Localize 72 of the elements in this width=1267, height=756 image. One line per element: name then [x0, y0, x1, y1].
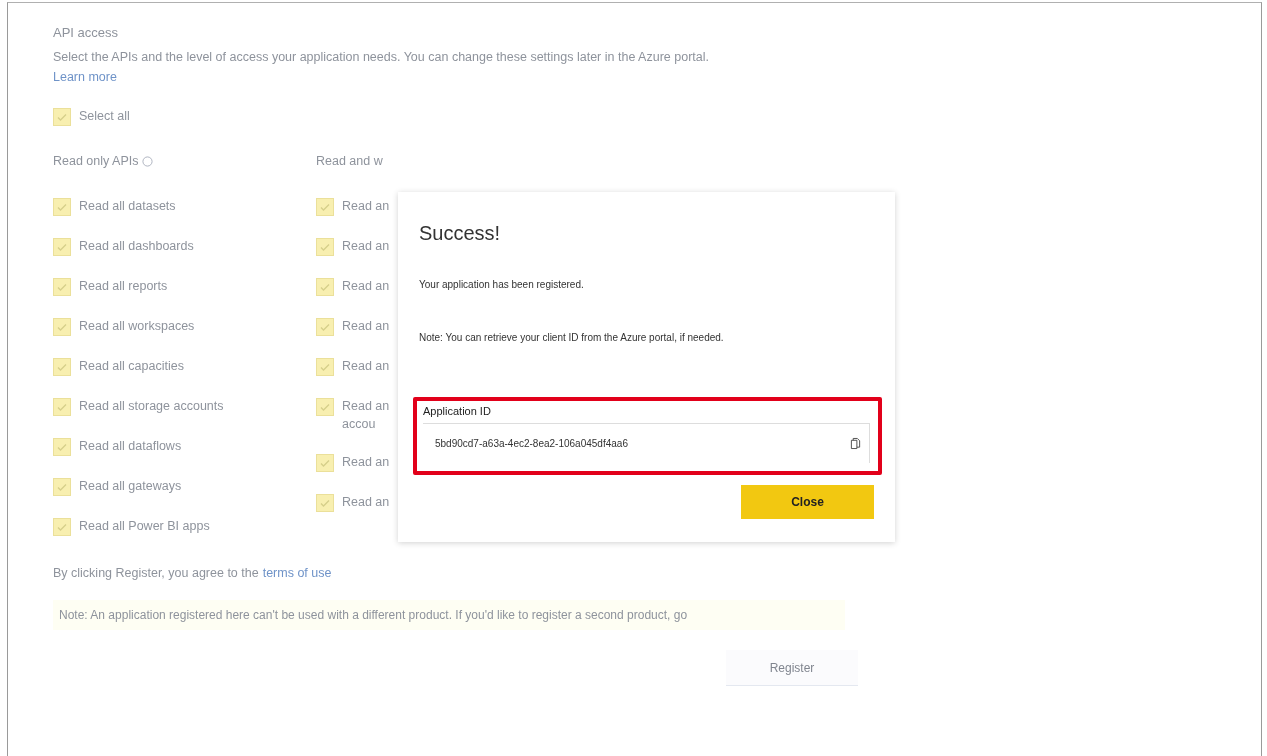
checkbox[interactable]: [316, 358, 334, 376]
register-button[interactable]: Register: [726, 650, 858, 686]
checkmark-icon: [56, 321, 68, 333]
checkbox-label: Read all storage accounts: [79, 398, 224, 414]
checkbox[interactable]: [53, 198, 71, 216]
note-banner: Note: An application registered here can't be used with a different product. If you'd like to register a second product, go: [53, 600, 845, 630]
checkbox[interactable]: [316, 238, 334, 256]
dialog-message: Your application has been registered.: [419, 279, 585, 290]
checkbox[interactable]: [53, 478, 71, 496]
checkbox[interactable]: [316, 318, 334, 336]
checkbox-label: Read all capacities: [79, 358, 184, 374]
checkmark-icon: [319, 201, 331, 213]
checkbox-label: Read all gateways: [79, 478, 182, 494]
checkmark-icon: [56, 241, 68, 253]
column-heading: Read only APIs: [53, 154, 139, 168]
checkmark-icon: [56, 401, 68, 413]
checkmark-icon: [319, 457, 331, 469]
terms-link[interactable]: terms of use: [262, 566, 332, 580]
checkbox-label: Read an: [342, 318, 390, 334]
checkmark-icon: [319, 241, 331, 253]
checkbox-label: accou: [342, 416, 377, 432]
checkbox[interactable]: [316, 494, 334, 512]
checkbox-label: Read an: [342, 278, 390, 294]
checkbox[interactable]: [316, 454, 334, 472]
checkmark-icon: [319, 321, 331, 333]
dialog-title: Success!: [419, 222, 502, 245]
checkmark-icon: [319, 401, 331, 413]
checkbox-label: Read all dataflows: [79, 438, 182, 454]
terms-text: By clicking Register, you agree to the: [53, 566, 259, 580]
dialog-note: Note: You can retrieve your client ID from the Azure portal, if needed.: [419, 332, 725, 343]
checkbox-label: Read an: [342, 198, 390, 214]
checkbox[interactable]: [53, 358, 71, 376]
checkmark-icon: [319, 497, 331, 509]
checkbox-label: Read all dashboards: [79, 238, 194, 254]
checkbox-label: Read an: [342, 358, 390, 374]
section-description: Select the APIs and the level of access your application needs. You can change these settings later in the Azure portal.: [53, 49, 710, 66]
checkbox[interactable]: [53, 238, 71, 256]
checkbox[interactable]: [53, 108, 71, 126]
checkbox[interactable]: [53, 398, 71, 416]
copy-icon[interactable]: [850, 437, 861, 450]
field-label: Application ID: [423, 405, 492, 417]
checkmark-icon: [319, 281, 331, 293]
checkmark-icon: [56, 361, 68, 373]
checkbox-label: Read an: [342, 398, 390, 414]
checkbox[interactable]: [53, 438, 71, 456]
checkbox-label: Read all reports: [79, 278, 168, 294]
checkbox-label: Read an: [342, 238, 390, 254]
checkbox-label: Select all: [79, 108, 130, 124]
checkmark-icon: [56, 281, 68, 293]
info-icon[interactable]: [142, 155, 154, 167]
checkmark-icon: [56, 201, 68, 213]
checkmark-icon: [56, 441, 68, 453]
checkbox[interactable]: [316, 398, 334, 416]
checkbox-label: Read an: [342, 454, 390, 470]
checkbox[interactable]: [53, 278, 71, 296]
learn-more-link[interactable]: Learn more: [53, 70, 843, 84]
checkbox-label: Read an: [342, 494, 390, 510]
checkbox-label: Read all Power BI apps: [79, 518, 210, 534]
checkbox[interactable]: [53, 318, 71, 336]
checkbox[interactable]: [53, 518, 71, 536]
close-button[interactable]: Close: [741, 485, 874, 519]
checkbox[interactable]: [316, 198, 334, 216]
checkbox-label: Read all workspaces: [79, 318, 195, 334]
checkmark-icon: [56, 111, 68, 123]
checkmark-icon: [319, 361, 331, 373]
checkmark-icon: [56, 521, 68, 533]
application-id-field[interactable]: 5bd90cd7-a63a-4ec2-8ea2-106a045df4aa6: [423, 423, 870, 463]
checkbox[interactable]: [316, 278, 334, 296]
checkmark-icon: [56, 481, 68, 493]
column-heading: Read and w: [316, 154, 383, 168]
checkbox-label: Read all datasets: [79, 198, 176, 214]
section-title: API access: [53, 25, 120, 40]
